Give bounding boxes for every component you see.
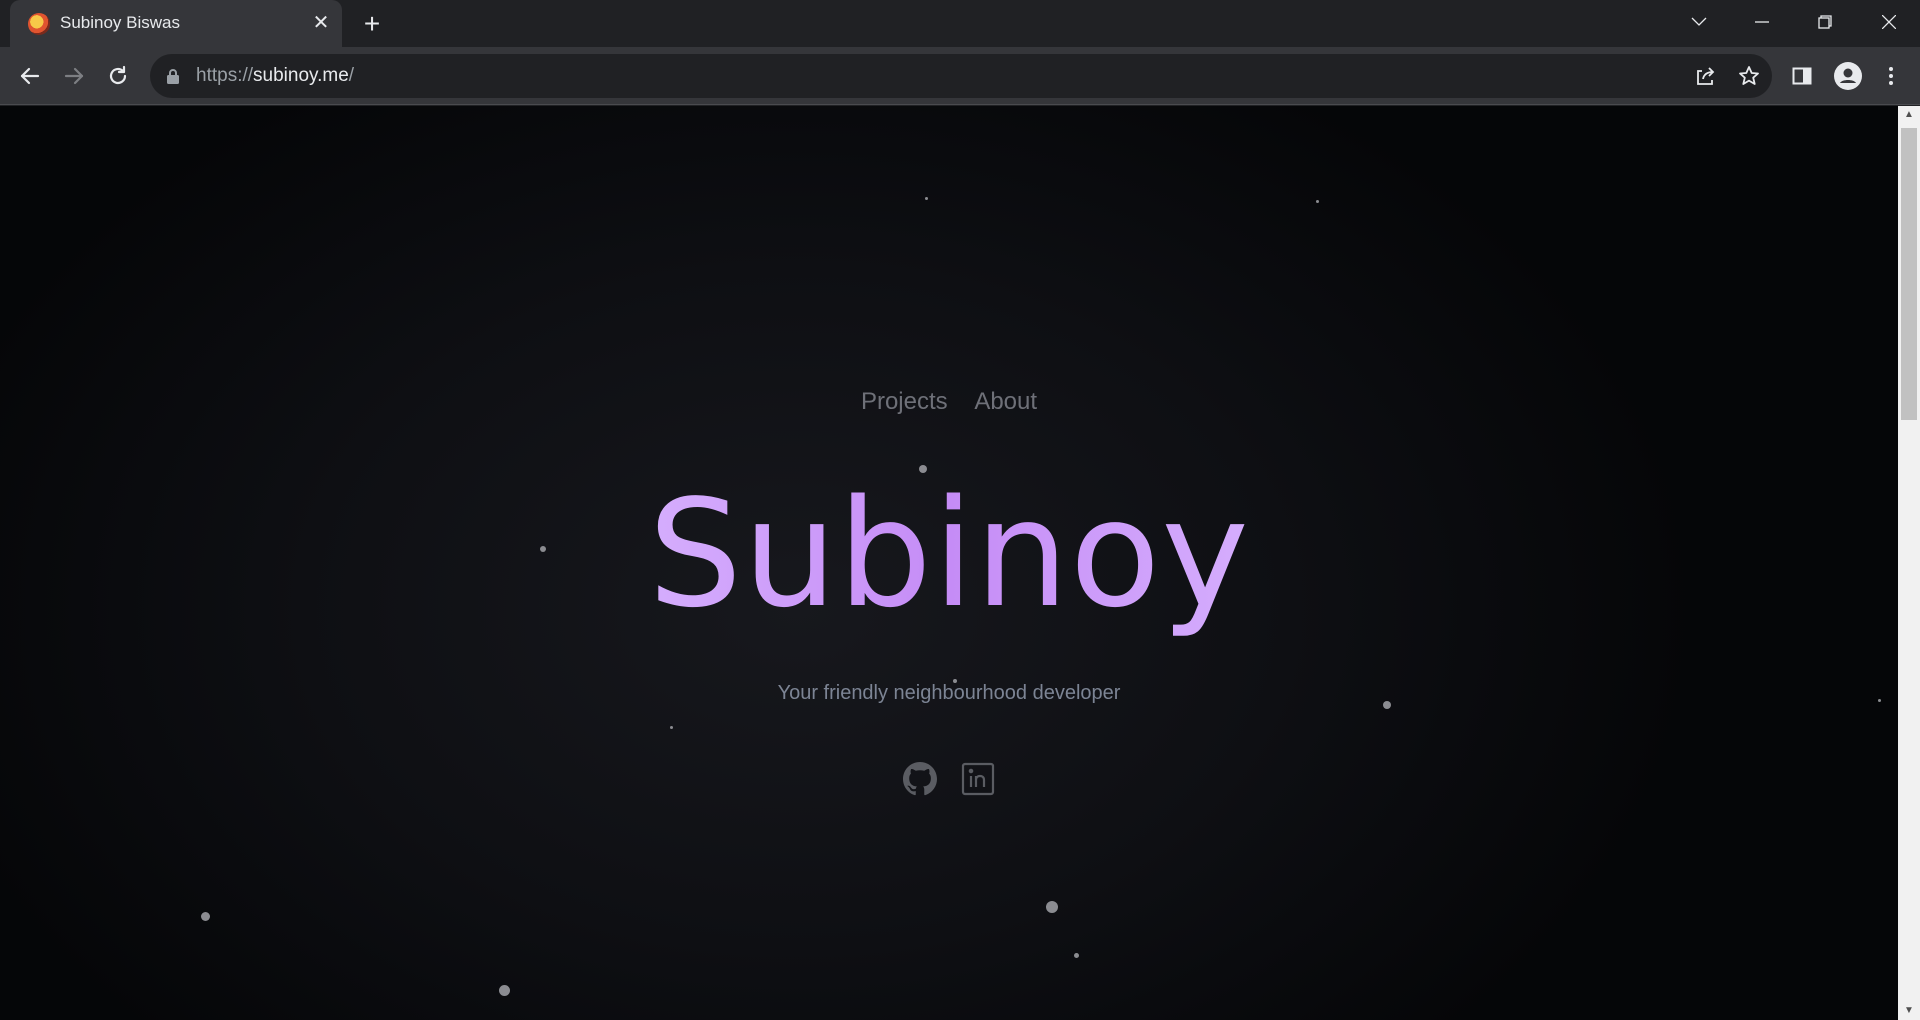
- tab-close-icon[interactable]: ✕: [311, 13, 331, 33]
- forward-icon[interactable]: [59, 61, 89, 91]
- lock-icon[interactable]: [166, 68, 180, 84]
- profile-icon[interactable]: [1833, 61, 1863, 91]
- hero-title: Subinoy: [0, 468, 1898, 640]
- back-icon[interactable]: [15, 61, 45, 91]
- star-dot: [1046, 901, 1058, 913]
- star-dot: [1315, 199, 1319, 203]
- star-dot: [1073, 952, 1079, 958]
- social-links: [0, 762, 1898, 796]
- tagline: Your friendly neighbourhood developer: [777, 682, 1121, 704]
- url-text[interactable]: https://subinoy.me/: [196, 65, 354, 87]
- share-icon[interactable]: [1693, 64, 1717, 88]
- minimize-icon[interactable]: [1739, 8, 1785, 36]
- star-dot: [669, 725, 673, 729]
- reload-icon[interactable]: [103, 61, 133, 91]
- browser-tab[interactable]: Subinoy Biswas ✕: [10, 0, 342, 47]
- tab-search-icon[interactable]: [1676, 8, 1722, 36]
- scroll-thumb[interactable]: [1901, 128, 1917, 420]
- scroll-up-arrow[interactable]: ▲: [1898, 106, 1920, 124]
- address-bar[interactable]: https://subinoy.me/: [150, 54, 1772, 98]
- star-dot: [200, 911, 210, 921]
- tab-title: Subinoy Biswas: [60, 13, 181, 32]
- bookmark-star-icon[interactable]: [1737, 64, 1761, 88]
- close-icon[interactable]: [1866, 8, 1912, 36]
- linkedin-icon[interactable]: [961, 762, 995, 796]
- url-scheme: https://: [196, 65, 254, 86]
- page-viewport: Projects About Subinoy Your friendly nei…: [0, 106, 1898, 1020]
- site-nav: Projects About: [0, 388, 1898, 416]
- nav-link-projects[interactable]: Projects: [861, 388, 948, 415]
- menu-icon[interactable]: [1876, 61, 1906, 91]
- browser-toolbar: https://subinoy.me/: [0, 47, 1920, 105]
- new-tab-button[interactable]: +: [358, 10, 386, 39]
- url-path: /: [348, 65, 355, 86]
- page-scrollbar[interactable]: ▲ ▼: [1898, 106, 1920, 1020]
- url-host: subinoy.me: [253, 65, 349, 86]
- scroll-down-arrow[interactable]: ▼: [1898, 1002, 1920, 1020]
- site-favicon-icon: [28, 13, 50, 35]
- star-dot: [924, 196, 928, 200]
- nav-link-about[interactable]: About: [974, 388, 1037, 415]
- star-dot: [498, 984, 510, 996]
- restore-icon[interactable]: [1802, 8, 1848, 36]
- github-icon[interactable]: [903, 762, 937, 796]
- tab-strip: Subinoy Biswas ✕ +: [0, 0, 1920, 47]
- side-panel-icon[interactable]: [1787, 61, 1817, 91]
